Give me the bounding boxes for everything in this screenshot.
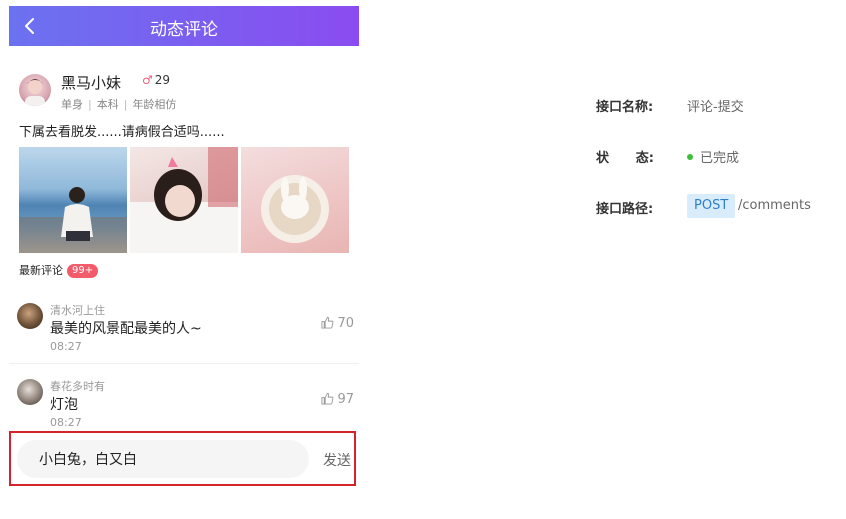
age-value: 29 <box>154 73 171 87</box>
nav-bar: 动态评论 <box>9 6 359 46</box>
comment-text: 灯泡 <box>50 397 78 413</box>
post-text: 下属去看脱发......请病假合适吗...... <box>19 125 225 140</box>
author-name[interactable]: 黑马小妹 <box>61 72 121 93</box>
phone-screen: 动态评论 黑马小妹 ♂ 29 单身 | 本科 | 年龄相仿 下属去看脱发......请病假… <box>9 6 359 491</box>
post-header: 黑马小妹 ♂ 29 单身 | 本科 | 年龄相仿 <box>19 72 349 116</box>
page-title: 动态评论 <box>150 20 218 40</box>
like-button[interactable]: 70 <box>321 316 354 331</box>
tag-age-match: 年龄相仿 <box>132 98 177 111</box>
http-method-badge: POST <box>687 194 736 218</box>
like-count: 97 <box>337 392 354 407</box>
api-status-label-a: 状 <box>596 151 610 166</box>
like-count: 70 <box>337 316 354 331</box>
status-dot-icon <box>687 154 693 160</box>
comment-time: 08:27 <box>50 416 82 429</box>
api-name-label: 接口名称: <box>596 100 654 115</box>
api-status-label: 状 态: <box>596 147 654 166</box>
post-image-2[interactable] <box>130 147 238 253</box>
api-name-value: 评论-提交 <box>687 100 744 115</box>
avatar[interactable] <box>17 303 43 329</box>
like-button[interactable]: 97 <box>321 392 354 407</box>
commenter-name: 清水河上住 <box>50 304 105 317</box>
latest-comments-header: 最新评论 99+ <box>19 262 99 278</box>
comment-input[interactable] <box>17 440 309 478</box>
comment-text: 最美的风景配最美的人~ <box>50 321 202 337</box>
gender-age: ♂ 29 <box>142 73 170 87</box>
comment-divider <box>9 363 359 364</box>
profile-tags: 单身 | 本科 | 年龄相仿 <box>61 98 177 111</box>
male-symbol-icon: ♂ <box>142 73 153 87</box>
latest-comments-label: 最新评论 <box>19 264 63 277</box>
thumbs-up-icon <box>321 316 334 329</box>
thumbs-up-icon <box>321 392 334 405</box>
commenter-name: 春花多时有 <box>50 380 105 393</box>
api-status-value: 已完成 <box>687 147 739 166</box>
api-status-label-b: 态: <box>635 151 654 166</box>
comment-input-bar: 发送 <box>9 431 356 486</box>
status-text: 已完成 <box>700 151 740 166</box>
tag-education: 本科 <box>96 98 119 111</box>
post-image-1[interactable] <box>19 147 127 253</box>
post-image-3[interactable] <box>241 147 349 253</box>
send-button[interactable]: 发送 <box>323 450 351 470</box>
comment-count-badge: 99+ <box>67 264 99 278</box>
tag-marital: 单身 <box>61 98 83 111</box>
comment-time: 08:27 <box>50 340 82 353</box>
comment-item: 清水河上住 最美的风景配最美的人~ 08:27 70 <box>9 298 359 364</box>
api-path-label: 接口路径: <box>596 202 654 217</box>
avatar[interactable] <box>17 379 43 405</box>
avatar[interactable] <box>19 74 51 106</box>
api-path-value: /comments <box>738 198 811 213</box>
